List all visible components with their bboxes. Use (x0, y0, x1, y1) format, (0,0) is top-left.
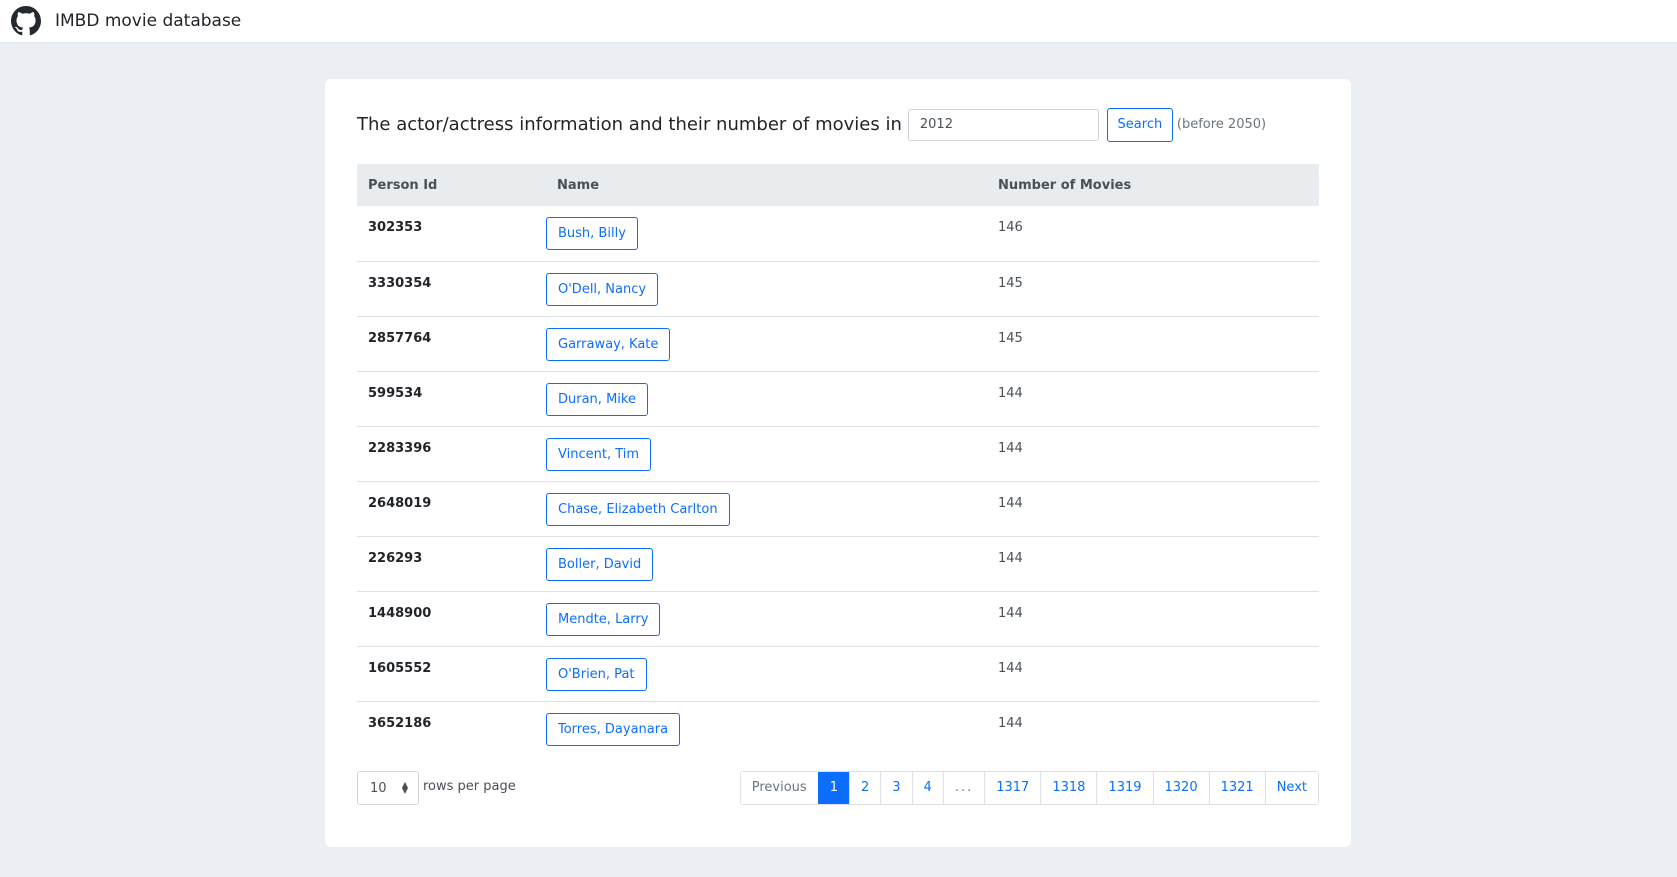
table-row: 302353 Bush, Billy 146 (357, 206, 1319, 261)
pagination-page[interactable]: 3 (880, 772, 912, 804)
movie-count-cell: 144 (998, 495, 1023, 511)
pagination: Previous 1 2 3 4... 1317 1318 1319 1320 1321 Next (739, 771, 1319, 805)
pagination-next[interactable]: Next (1264, 772, 1318, 804)
pagination-page[interactable]: 1320 (1152, 772, 1209, 804)
person-name-button[interactable]: Boller, David (546, 547, 654, 581)
table-row: 3652186 Torres, Dayanara 144 (357, 701, 1319, 756)
header-name[interactable]: Name (546, 164, 987, 206)
table-row: 226293 Boller, David 144 (357, 536, 1319, 591)
rows-per-page-label: rows per page (423, 779, 516, 794)
header-number-of-movies[interactable]: Number of Movies (987, 164, 1319, 206)
search-row: The actor/actress information and their … (357, 107, 1267, 142)
person-id-cell: 599534 (368, 385, 423, 401)
search-button[interactable]: Search (1106, 107, 1173, 142)
person-id-cell: 302353 (368, 220, 423, 235)
person-name-button[interactable]: Vincent, Tim (546, 437, 652, 471)
people-table: Person Id Name Number of Movies 302353 Bu… (357, 164, 1319, 756)
movie-count-cell: 144 (998, 660, 1023, 676)
content-card: The actor/actress information and their … (325, 79, 1351, 847)
name-cell: Chase, Elizabeth Carlton (546, 481, 987, 536)
person-id-cell: 2857764 (368, 330, 432, 346)
person-id-cell: 3330354 (368, 275, 432, 291)
table-footer: 10 ▲ ▼ rows per page Previous 1 2 3 4... 1317 1… (357, 771, 1319, 805)
person-id-cell: 1448900 (368, 605, 432, 621)
name-cell: Torres, Dayanara (546, 701, 987, 756)
movie-count-cell: 144 (998, 440, 1023, 456)
table-row: 599534 Duran, Mike 144 (357, 371, 1319, 426)
table-row: 2283396 Vincent, Tim 144 (357, 426, 1319, 481)
person-name-button[interactable]: Chase, Elizabeth Carlton (546, 492, 730, 526)
name-cell: Garraway, Kate (546, 316, 987, 371)
table-header-row: Person Id Name Number of Movies (357, 164, 1319, 206)
table-row: 3330354 O'Dell, Nancy 145 (357, 261, 1319, 316)
table-row: 2857764 Garraway, Kate 145 (357, 316, 1319, 371)
person-name-button[interactable]: Torres, Dayanara (546, 712, 681, 746)
pagination-previous[interactable]: Previous (740, 772, 818, 804)
table-row: 2648019 Chase, Elizabeth Carlton 144 (357, 481, 1319, 536)
name-cell: Boller, David (546, 536, 987, 591)
name-cell: Bush, Billy (546, 206, 987, 261)
pagination-page[interactable]: 1317 (984, 772, 1041, 804)
movie-count-cell: 144 (998, 605, 1023, 621)
pagination-page[interactable]: 1 (817, 772, 849, 804)
header-person-id[interactable]: Person Id (357, 164, 546, 206)
person-name-button[interactable]: Mendte, Larry (546, 602, 661, 636)
pagination-page[interactable]: 2 (848, 772, 881, 804)
movie-count-cell: 144 (998, 385, 1023, 401)
name-cell: O'Brien, Pat (546, 646, 987, 701)
person-name-button[interactable]: Garraway, Kate (546, 327, 671, 361)
github-icon[interactable] (11, 6, 41, 36)
person-name-button[interactable]: O'Dell, Nancy (546, 272, 659, 306)
pagination-ellipsis: ... (942, 772, 985, 804)
table-row: 1448900 Mendte, Larry 144 (357, 591, 1319, 646)
name-cell: Duran, Mike (546, 371, 987, 426)
movie-count-cell: 146 (998, 220, 1023, 235)
year-input[interactable] (907, 108, 1099, 141)
pagination-page[interactable]: 1318 (1040, 772, 1097, 804)
name-cell: Mendte, Larry (546, 591, 987, 646)
navbar: IMBD movie database (0, 0, 1677, 42)
person-id-cell: 2283396 (368, 440, 432, 456)
rows-per-page-select[interactable]: 10 ▲ ▼ (357, 771, 419, 805)
pagination-page[interactable]: 1321 (1208, 772, 1265, 804)
rows-per-page-value: 10 (370, 780, 387, 796)
person-id-cell: 2648019 (368, 495, 432, 511)
movie-count-cell: 144 (998, 550, 1023, 566)
table-row: 1605552 O'Brien, Pat 144 (357, 646, 1319, 701)
movie-count-cell: 144 (998, 715, 1023, 731)
person-id-cell: 1605552 (368, 660, 432, 676)
person-id-cell: 226293 (368, 550, 423, 566)
pagination-page[interactable]: 1319 (1096, 772, 1153, 804)
select-caret-icon: ▲ ▼ (401, 780, 408, 795)
person-id-cell: 3652186 (368, 715, 432, 731)
name-cell: O'Dell, Nancy (546, 261, 987, 316)
pagination-page[interactable]: 4 (911, 772, 943, 804)
search-title: The actor/actress information and their … (357, 114, 902, 135)
movie-count-cell: 145 (998, 330, 1023, 346)
brand-title[interactable]: IMBD movie database (55, 11, 241, 31)
name-cell: Vincent, Tim (546, 426, 987, 481)
movie-count-cell: 145 (998, 275, 1023, 291)
person-name-button[interactable]: Duran, Mike (546, 382, 648, 416)
search-hint: (before 2050) (1176, 117, 1267, 132)
person-name-button[interactable]: O'Brien, Pat (546, 657, 647, 691)
person-name-button[interactable]: Bush, Billy (546, 217, 638, 250)
